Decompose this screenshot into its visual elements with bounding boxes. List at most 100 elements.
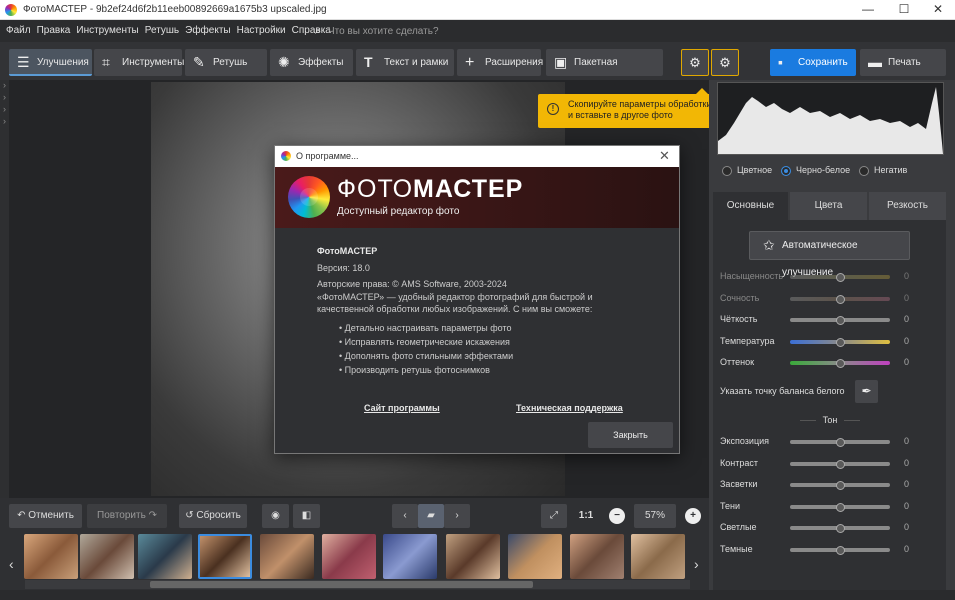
minimize-button[interactable]: — [851, 0, 885, 20]
preview-toggle-button[interactable]: ◉ [262, 504, 289, 528]
app-logo-icon [281, 151, 291, 161]
saturation-value: 0 [904, 271, 910, 281]
prev-photo-button[interactable]: ‹ [392, 504, 418, 528]
tab-retouch[interactable]: ✎ Ретушь [185, 49, 267, 76]
temperature-value: 0 [904, 336, 910, 346]
filmstrip-thumbnail[interactable] [260, 534, 314, 579]
reset-button[interactable]: ↺ Сбросить [179, 504, 247, 528]
tab-basic[interactable]: Основные [713, 192, 788, 220]
website-link[interactable]: Сайт программы [364, 403, 440, 413]
window-title: ФотоМАСТЕР - 9b2ef24d6f2b11eeb00892669a1… [23, 4, 327, 15]
close-window-button[interactable]: ✕ [921, 0, 955, 20]
undo-button[interactable]: ↶ Отменить [9, 504, 82, 528]
slider-label-highlights: Засветки [720, 479, 758, 489]
menu-retouch[interactable]: Ретушь [142, 20, 182, 42]
vibrance-slider-handle[interactable] [836, 295, 845, 304]
tab-label: Эффекты [298, 57, 344, 68]
zoom-level-field[interactable]: 57% [634, 504, 676, 528]
filmstrip-scroll-left-icon[interactable]: ‹ [9, 556, 14, 572]
copy-settings-icon: ⚙ [689, 55, 701, 70]
filmstrip-thumbnail-selected[interactable] [198, 534, 252, 579]
left-collapse-strip[interactable]: › › › › [0, 80, 9, 498]
tab-text-frames[interactable]: T Текст и рамки [356, 49, 454, 76]
filmstrip-thumbnail[interactable] [322, 534, 376, 579]
dialog-close-button[interactable]: Закрыть [588, 422, 673, 448]
expand-arrow-icon: › [3, 80, 6, 90]
zoom-out-button[interactable]: − [605, 504, 629, 528]
radio-dot [859, 166, 869, 176]
darks-slider-handle[interactable] [836, 546, 845, 555]
text-icon: T [364, 54, 373, 70]
tab-label: Ретушь [213, 57, 248, 68]
filmstrip-scroll-right-icon[interactable]: › [694, 556, 699, 572]
save-button[interactable]: ▪ Сохранить [770, 49, 856, 76]
tab-effects[interactable]: ✺ Эффекты [270, 49, 353, 76]
filmstrip-thumbnail[interactable] [446, 534, 500, 579]
menu-tools[interactable]: Инструменты [73, 20, 141, 42]
tab-tools[interactable]: ⌗ Инструменты [94, 49, 185, 76]
product-name: ФотоМАСТЕР [317, 246, 378, 256]
tab-colors[interactable]: Цвета [790, 192, 867, 220]
histogram [717, 82, 944, 155]
menu-file[interactable]: Файл [3, 20, 34, 42]
shadows-slider-handle[interactable] [836, 503, 845, 512]
info-icon: ! [547, 103, 559, 115]
zoom-1to1-button[interactable]: 1:1 [573, 504, 599, 528]
expand-arrow-icon: › [3, 116, 6, 126]
feature-item: • Дополнять фото стильными эффектами [339, 351, 514, 361]
compare-button[interactable]: ◧ [293, 504, 320, 528]
open-folder-button[interactable]: ▰ [418, 504, 444, 528]
copy-settings-tooltip: ! Скопируйте параметры обработки и встав… [538, 88, 722, 128]
filmstrip-thumbnail[interactable] [631, 534, 685, 579]
menu-effects[interactable]: Эффекты [182, 20, 233, 42]
filmstrip-thumbnail[interactable] [570, 534, 624, 579]
radio-label: Цветное [737, 165, 773, 175]
images-icon: ▣ [554, 54, 568, 70]
contrast-slider-handle[interactable] [836, 460, 845, 469]
contrast-value: 0 [904, 458, 910, 468]
redo-button[interactable]: Повторить ↷ [87, 504, 167, 528]
brand-bold: МАСТЕР [413, 175, 524, 203]
filmstrip-thumbnail[interactable] [383, 534, 437, 579]
auto-enhance-button[interactable]: ✩ Автоматическое улучшение [749, 231, 910, 278]
zoom-in-button[interactable]: + [681, 504, 705, 528]
menu-edit[interactable]: Правка [34, 20, 74, 42]
search-input[interactable]: Что вы хотите сделать? [328, 26, 439, 37]
radio-dot-selected [781, 166, 791, 176]
tab-enhancements[interactable]: ☰ Улучшения [9, 49, 92, 76]
tab-label: Инструменты [122, 57, 185, 68]
slider-label-temperature: Температура [720, 336, 775, 346]
crop-icon: ⌗ [102, 54, 110, 70]
feature-item: • Детально настраивать параметры фото [339, 323, 512, 333]
batch-processing-button[interactable]: ▣Пакетная обработка [546, 49, 663, 95]
filmstrip-thumbnail[interactable] [24, 534, 78, 579]
brush-icon: ✎ [193, 54, 205, 70]
tint-slider-handle[interactable] [836, 359, 845, 368]
tab-extensions[interactable]: + Расширения [457, 49, 543, 76]
undo-icon: ↶ [17, 510, 26, 521]
filmstrip-thumbnail[interactable] [138, 534, 192, 579]
filmstrip-scroll-thumb[interactable] [150, 581, 533, 588]
temperature-slider-handle[interactable] [836, 338, 845, 347]
highlights-slider-handle[interactable] [836, 481, 845, 490]
menu-search[interactable]: ⌕ Что вы хотите сделать? [315, 20, 439, 42]
saturation-slider-handle[interactable] [836, 273, 845, 282]
status-bar [0, 590, 955, 600]
fit-screen-button[interactable]: ⤢ [541, 504, 567, 528]
exposure-slider-handle[interactable] [836, 438, 845, 447]
dialog-close-icon[interactable]: ✕ [659, 148, 670, 164]
copy-settings-button[interactable]: ⚙ [681, 49, 709, 76]
lights-slider-handle[interactable] [836, 524, 845, 533]
print-button[interactable]: ▬ Печать [860, 49, 946, 76]
menu-settings[interactable]: Настройки [234, 20, 289, 42]
tab-sharpness[interactable]: Резкость [869, 192, 946, 220]
next-photo-button[interactable]: › [444, 504, 470, 528]
expand-arrow-icon: › [3, 104, 6, 114]
clarity-slider-handle[interactable] [836, 316, 845, 325]
eyedropper-button[interactable]: ✒ [855, 380, 878, 403]
filmstrip-thumbnail[interactable] [508, 534, 562, 579]
support-link[interactable]: Техническая поддержка [516, 403, 623, 413]
filmstrip-thumbnail[interactable] [80, 534, 134, 579]
maximize-button[interactable]: ☐ [887, 0, 921, 20]
paste-settings-button[interactable]: ⚙ [711, 49, 739, 76]
